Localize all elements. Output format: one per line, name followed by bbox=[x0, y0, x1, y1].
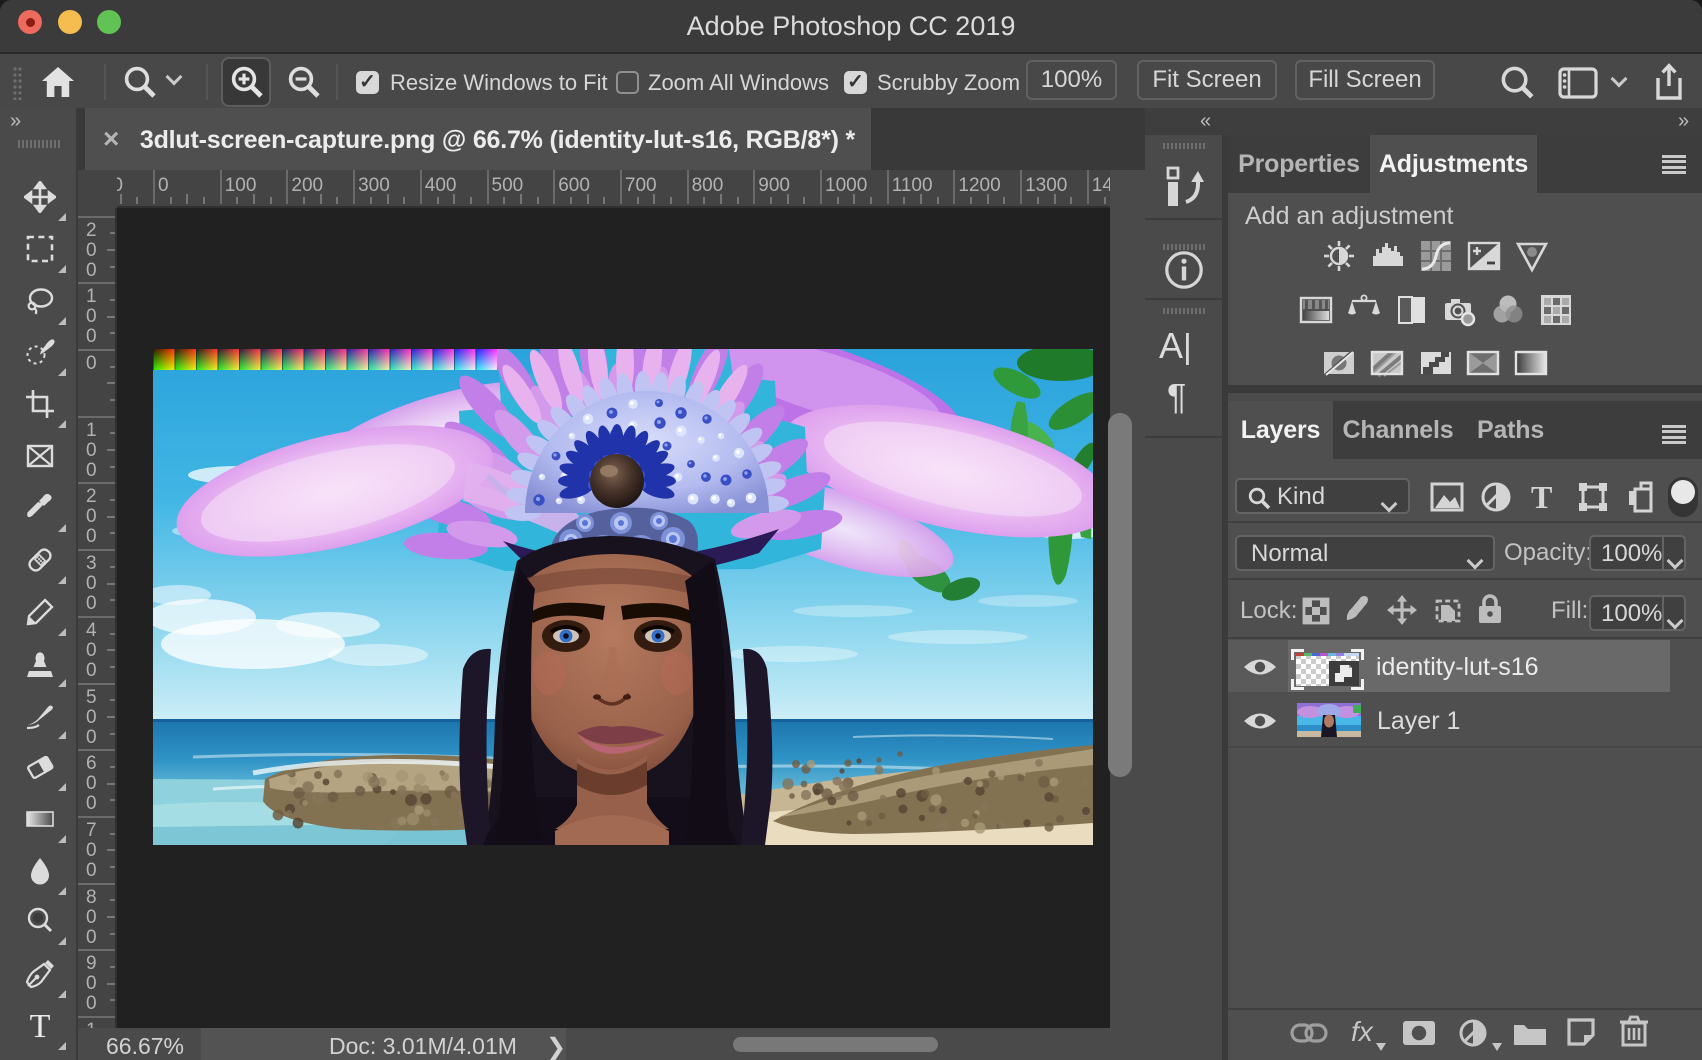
svg-text:T: T bbox=[30, 1010, 51, 1042]
